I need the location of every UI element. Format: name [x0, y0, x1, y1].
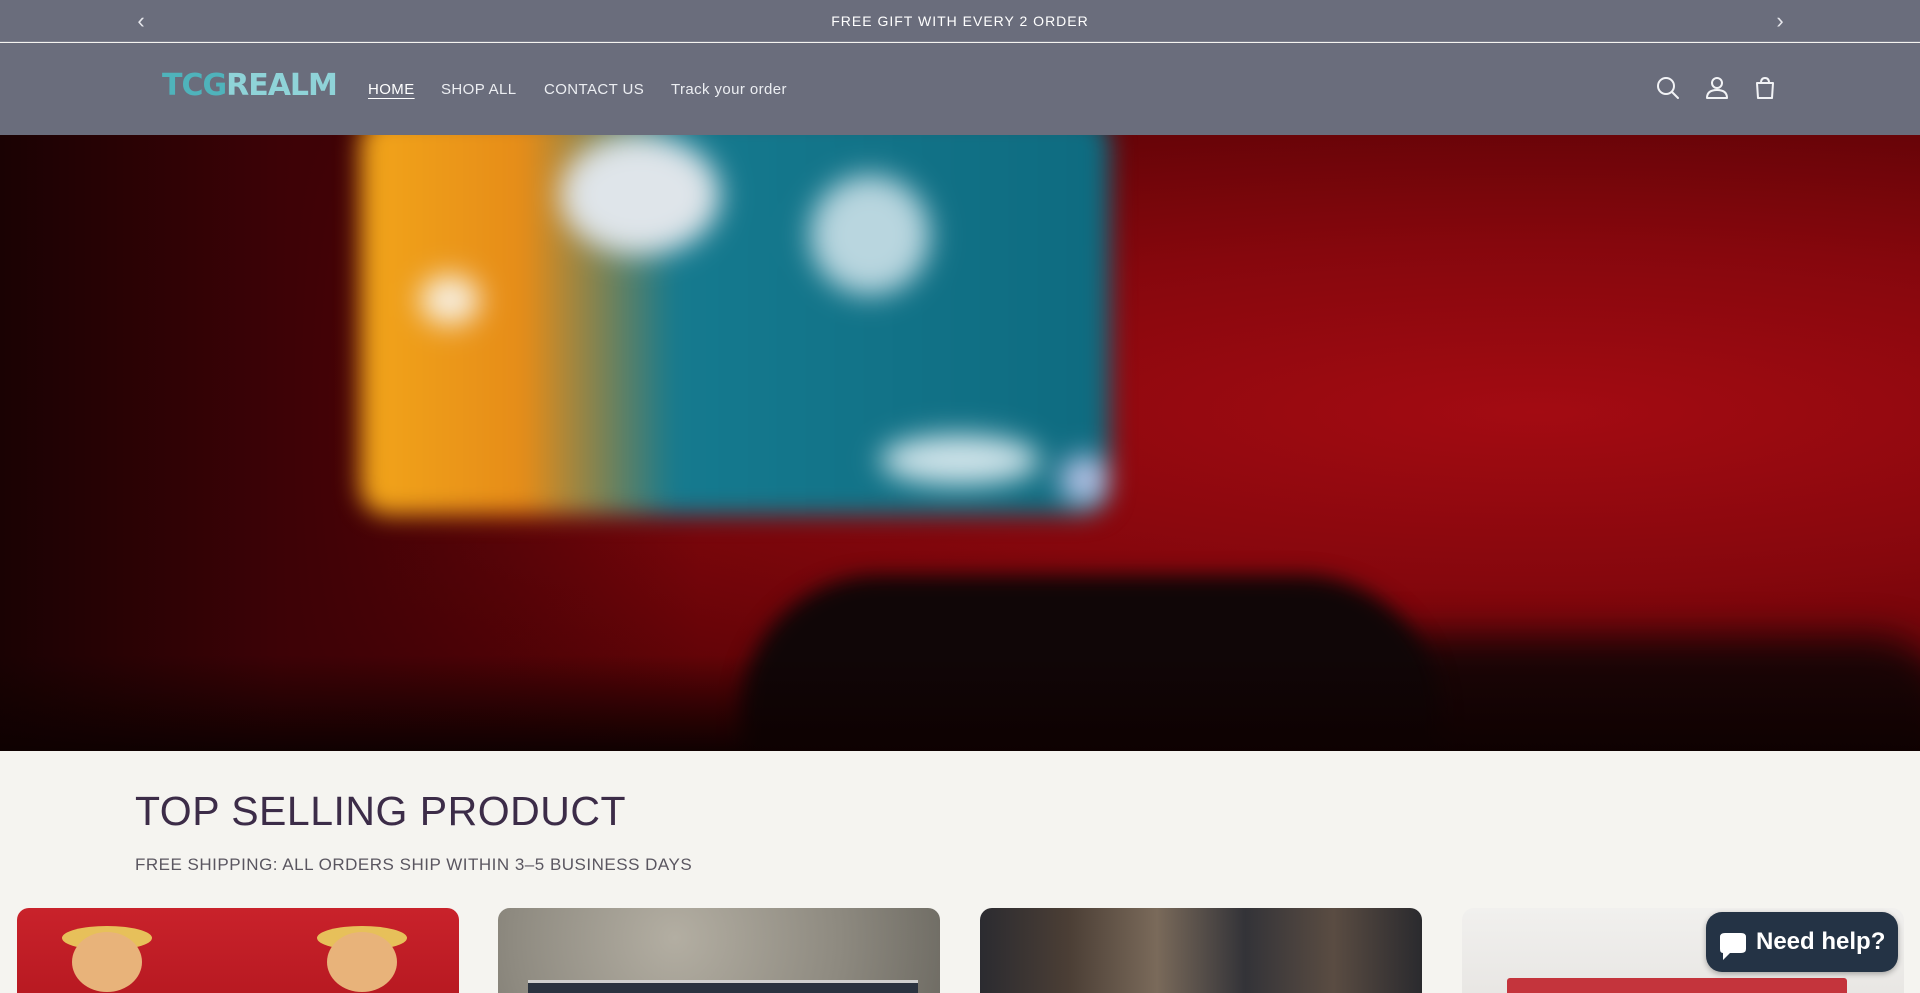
nav-shop-all[interactable]: SHOP ALL: [441, 81, 516, 101]
product-image-detail: [72, 932, 142, 992]
hero-floor: [0, 655, 1920, 751]
nav-track-order[interactable]: Track your order: [671, 81, 787, 101]
hero-card-blob: [880, 435, 1040, 485]
account-icon[interactable]: [1702, 73, 1732, 103]
product-image-detail: [528, 980, 918, 993]
nav-contact-us[interactable]: CONTACT US: [544, 81, 644, 101]
chat-bubble-icon: [1716, 926, 1750, 960]
hero-card-blob: [560, 135, 720, 255]
logo-part-realm: REALM: [226, 68, 338, 103]
product-card[interactable]: [498, 908, 940, 993]
product-card[interactable]: [17, 908, 459, 993]
section-subtitle: FREE SHIPPING: ALL ORDERS SHIP WITHIN 3–…: [135, 855, 693, 874]
store-logo[interactable]: TCGREALM: [162, 68, 338, 104]
product-card[interactable]: [980, 908, 1422, 993]
logo-part-tcg: TCG: [162, 68, 227, 103]
nav-home[interactable]: HOME: [368, 81, 415, 101]
section-title: TOP SELLING PRODUCT: [135, 788, 626, 834]
hero-card-blob: [810, 175, 930, 295]
chevron-right-icon[interactable]: ›: [1767, 8, 1793, 34]
hero-card-blob: [420, 275, 480, 325]
site-header: TCGREALM HOME SHOP ALL CONTACT US Track …: [0, 43, 1920, 135]
chat-help-label: Need help?: [1756, 928, 1886, 955]
search-icon[interactable]: [1653, 73, 1683, 103]
hero-banner: [0, 135, 1920, 751]
announcement-text: FREE GIFT WITH EVERY 2 ORDER: [831, 13, 1089, 29]
product-image-detail: [327, 932, 397, 992]
chat-help-button[interactable]: Need help?: [1706, 912, 1898, 972]
announcement-bar: ‹ FREE GIFT WITH EVERY 2 ORDER ›: [0, 0, 1920, 42]
cart-icon[interactable]: [1750, 73, 1780, 103]
hero-card-blob: [1060, 455, 1110, 505]
hero-card-image: [360, 135, 1110, 515]
product-image-detail: [1507, 978, 1847, 993]
